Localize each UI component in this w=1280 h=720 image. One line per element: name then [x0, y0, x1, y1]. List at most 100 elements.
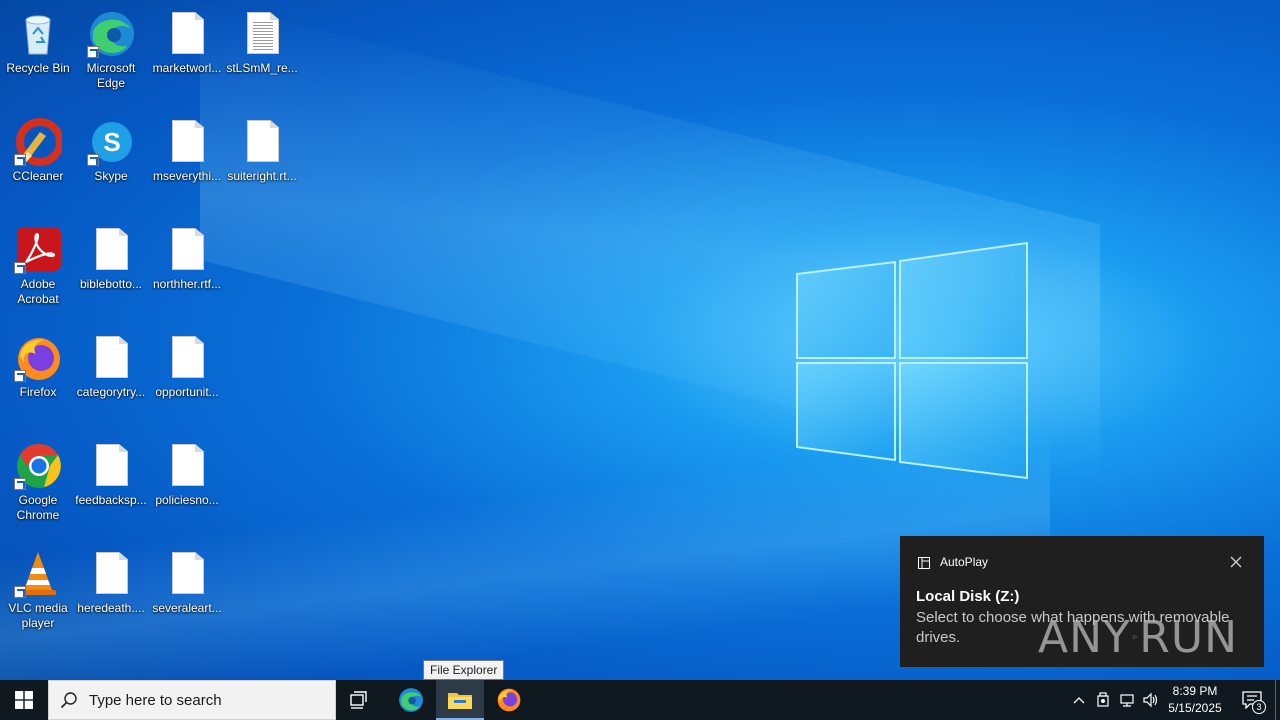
desktop-icon-label: northher.rtf... — [152, 277, 222, 291]
desktop-icon-label: severaleart... — [152, 601, 222, 615]
autoplay-icon — [918, 557, 930, 569]
desktop-icon-file[interactable]: opportunit... — [149, 330, 225, 426]
firefox-icon — [497, 688, 521, 712]
desktop-icon-label: Adobe Acrobat — [17, 277, 59, 306]
desktop-icon-file[interactable]: suiteright.rt... — [224, 114, 300, 210]
vlc-icon — [14, 550, 62, 598]
desktop-icon-label: CCleaner — [12, 169, 64, 183]
document-icon — [163, 118, 211, 166]
close-icon[interactable] — [1228, 554, 1244, 570]
taskbar-clock[interactable]: 8:39 PM 5/15/2025 — [1164, 683, 1226, 717]
desktop-icon-label: stLSmM_re... — [226, 61, 298, 75]
play-icon — [1133, 634, 1138, 640]
file-explorer-icon — [448, 693, 472, 709]
desktop-icon-label: suiteright.rt... — [227, 169, 297, 183]
windows-start-icon — [15, 691, 33, 709]
desktop-icon-label: mseverythi... — [152, 169, 221, 183]
volume-button[interactable] — [1139, 680, 1163, 720]
svg-text:S: S — [103, 127, 120, 157]
chrome-icon — [14, 442, 62, 490]
search-icon — [49, 680, 89, 720]
desktop-icon-firefox[interactable]: Firefox — [0, 330, 76, 426]
action-center-button[interactable]: 3 — [1232, 680, 1272, 720]
desktop-icon-file[interactable]: categorytry... — [73, 330, 149, 426]
document-icon — [163, 550, 211, 598]
document-icon — [87, 334, 135, 382]
taskbar-search-box[interactable]: Type here to search — [48, 680, 336, 720]
network-button[interactable] — [1115, 680, 1139, 720]
desktop-icon-file[interactable]: marketworl... — [149, 6, 225, 102]
desktop-icon-label: opportunit... — [155, 385, 219, 399]
shortcut-arrow-icon — [14, 154, 26, 166]
text-document-icon — [238, 10, 286, 58]
desktop-icon-label: policiesno... — [155, 493, 219, 507]
document-icon — [163, 442, 211, 490]
watermark-text-right: RUN — [1139, 611, 1238, 663]
desktop-icon-label: VLC media player — [8, 601, 68, 630]
search-placeholder: Type here to search — [89, 691, 222, 709]
network-icon — [1120, 694, 1134, 707]
desktop-icon-label: Recycle Bin — [6, 61, 70, 75]
taskbar-edge-button[interactable] — [387, 680, 435, 720]
shortcut-arrow-icon — [14, 586, 26, 598]
start-button[interactable] — [0, 680, 48, 720]
show-desktop-button[interactable] — [1275, 680, 1280, 720]
document-icon — [87, 226, 135, 274]
desktop-icon-label: Firefox — [19, 385, 57, 399]
shortcut-arrow-icon — [14, 478, 26, 490]
desktop-icon-file[interactable]: northher.rtf... — [149, 222, 225, 318]
clock-date: 5/15/2025 — [1168, 701, 1222, 715]
desktop-icon-label: feedbacksp... — [75, 493, 147, 507]
desktop-icon-file[interactable]: mseverythi... — [149, 114, 225, 210]
desktop-icon-google-chrome[interactable]: Google Chrome — [0, 438, 76, 534]
document-icon — [238, 118, 286, 166]
show-hidden-icons-button[interactable] — [1067, 680, 1091, 720]
desktop-icon-file[interactable]: policiesno... — [149, 438, 225, 534]
tray-device-button[interactable] — [1091, 680, 1115, 720]
chevron-up-icon — [1073, 697, 1085, 704]
shortcut-arrow-icon — [87, 154, 99, 166]
desktop-icon-microsoft-edge[interactable]: Microsoft Edge — [73, 6, 149, 102]
desktop-icon-label: Skype — [94, 169, 128, 183]
anyrun-watermark: ANY RUN — [1038, 608, 1238, 666]
desktop-icon-label: biblebotto... — [79, 277, 143, 291]
edge-icon — [399, 688, 423, 712]
task-view-icon — [350, 691, 367, 709]
taskbar-file-explorer-button[interactable] — [436, 680, 484, 720]
shortcut-arrow-icon — [87, 46, 99, 58]
taskbar-firefox-button[interactable] — [485, 680, 533, 720]
desktop-icon-label: Google Chrome — [16, 493, 60, 522]
desktop-icon-vlc[interactable]: VLC media player — [0, 546, 76, 642]
desktop-icon-file[interactable]: biblebotto... — [73, 222, 149, 318]
speaker-icon — [1143, 692, 1158, 708]
file-explorer-tooltip: File Explorer — [423, 660, 505, 680]
firefox-icon — [14, 334, 62, 382]
desktop-icon-file[interactable]: feedbacksp... — [73, 438, 149, 534]
shortcut-arrow-icon — [14, 262, 26, 274]
desktop-icon-label: heredeath.... — [77, 601, 145, 615]
desktop-icon-ccleaner[interactable]: CCleaner — [0, 114, 76, 210]
desktop-icon-file[interactable]: severaleart... — [149, 546, 225, 642]
desktop-icon-label: marketworl... — [152, 61, 222, 75]
skype-icon: S — [87, 118, 135, 166]
edge-icon — [87, 10, 135, 58]
taskbar: Type here to search 8:39 PM 5/15/2025 3 — [0, 680, 1280, 720]
toast-title: Local Disk (Z:) — [916, 588, 1020, 605]
clock-time: 8:39 PM — [1172, 684, 1218, 698]
desktop-icon-file[interactable]: stLSmM_re... — [224, 6, 300, 102]
autoplay-notification[interactable]: AutoPlay Local Disk (Z:) Select to choos… — [900, 536, 1264, 667]
document-icon — [163, 10, 211, 58]
desktop-icon-recycle-bin[interactable]: Recycle Bin — [0, 6, 76, 102]
toast-app-name: AutoPlay — [940, 555, 989, 569]
desktop-icon-label: Microsoft Edge — [86, 61, 136, 90]
task-view-button[interactable] — [336, 680, 384, 720]
windows-wallpaper-logo — [796, 241, 1028, 480]
watermark-text-left: ANY — [1038, 611, 1131, 663]
desktop-icon-label: categorytry... — [76, 385, 146, 399]
desktop-icon-file[interactable]: heredeath.... — [73, 546, 149, 642]
desktop-icon-adobe-acrobat[interactable]: Adobe Acrobat — [0, 222, 76, 318]
document-icon — [163, 226, 211, 274]
document-icon — [87, 442, 135, 490]
desktop-icon-skype[interactable]: S Skype — [73, 114, 149, 210]
ccleaner-icon — [14, 118, 64, 166]
